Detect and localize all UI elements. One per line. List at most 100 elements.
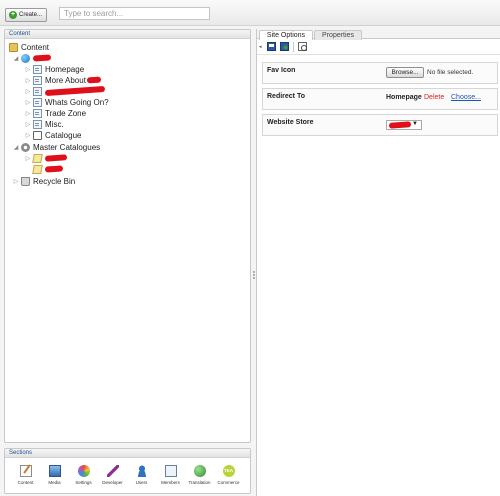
document-icon bbox=[33, 108, 42, 118]
expand-arrow-icon[interactable]: ▷ bbox=[25, 77, 31, 84]
section-content[interactable]: Content bbox=[11, 465, 40, 485]
section-label: Media bbox=[48, 480, 61, 485]
website-store-select[interactable]: ▼ bbox=[386, 120, 422, 130]
content-panel: Content Content ◢ ▷ Homepage ▷ More Abou… bbox=[4, 29, 251, 443]
members-section-icon bbox=[164, 465, 177, 477]
expand-arrow-icon[interactable]: ▷ bbox=[25, 155, 31, 162]
property-website-store: Website Store ▼ bbox=[262, 114, 498, 136]
tree-node-redacted[interactable]: ▷ bbox=[25, 85, 106, 97]
media-section-icon bbox=[48, 465, 61, 477]
tree-node-site[interactable]: ◢ bbox=[13, 53, 52, 63]
users-section-icon bbox=[135, 465, 148, 477]
expand-arrow-icon[interactable]: ▷ bbox=[25, 99, 31, 106]
expand-arrow-icon[interactable]: ▷ bbox=[25, 66, 31, 73]
property-label: Website Store bbox=[267, 119, 314, 126]
editor-toolbar: ◂ bbox=[257, 39, 500, 55]
property-label: Redirect To bbox=[267, 93, 305, 100]
toolbar-left-arrow-icon[interactable]: ◂ bbox=[259, 44, 263, 50]
tree-node-whats-going-on[interactable]: ▷ Whats Going On? bbox=[25, 97, 109, 107]
collapse-arrow-icon[interactable]: ◢ bbox=[13, 144, 19, 151]
catalogue-icon bbox=[32, 164, 43, 174]
expand-arrow-icon[interactable]: ▷ bbox=[25, 88, 31, 95]
document-icon bbox=[33, 97, 42, 107]
redacted-text bbox=[44, 85, 106, 97]
document-icon bbox=[33, 75, 42, 85]
tree-node-label: Misc. bbox=[45, 119, 64, 129]
recycle-bin-icon bbox=[21, 176, 30, 186]
tree-node-label: More About bbox=[45, 75, 86, 85]
preview-icon[interactable] bbox=[298, 42, 307, 51]
toolbar-divider bbox=[293, 41, 294, 52]
section-developer[interactable]: Developer bbox=[98, 465, 127, 485]
tree-node-label: Recycle Bin bbox=[33, 176, 76, 186]
section-label: Developer bbox=[102, 480, 123, 485]
section-media[interactable]: Media bbox=[40, 465, 69, 485]
section-label: Content bbox=[17, 480, 34, 485]
redacted-site-name bbox=[32, 54, 52, 62]
tree-node-more-about[interactable]: ▷ More About bbox=[25, 75, 102, 85]
save-icon[interactable] bbox=[267, 42, 276, 51]
section-users[interactable]: Users bbox=[127, 465, 156, 485]
section-translation[interactable]: Translation bbox=[185, 465, 214, 485]
expand-arrow-icon[interactable]: ▷ bbox=[25, 110, 31, 117]
developer-section-icon bbox=[106, 465, 119, 477]
property-fav-icon: Fav Icon Browse... No file selected. bbox=[262, 62, 498, 84]
tree-node-label: Homepage bbox=[45, 64, 85, 74]
redacted-text bbox=[86, 76, 102, 84]
top-toolbar: + Create... bbox=[0, 0, 500, 26]
editor-tabs: Site Options Properties bbox=[257, 29, 500, 40]
tree-node-label: Trade Zone bbox=[45, 108, 87, 118]
tree-node-recycle-bin[interactable]: ▷ Recycle Bin bbox=[13, 176, 75, 186]
search-input[interactable] bbox=[59, 7, 210, 20]
sections-panel-header: Sections bbox=[5, 449, 250, 458]
expand-arrow-icon[interactable]: ▷ bbox=[25, 132, 31, 139]
expand-arrow-icon[interactable]: ▷ bbox=[25, 121, 31, 128]
section-label: Members bbox=[161, 480, 180, 485]
tree-node-catalogue-redacted-2[interactable] bbox=[25, 164, 64, 174]
gear-icon bbox=[21, 142, 30, 152]
content-panel-header: Content bbox=[5, 30, 250, 39]
section-label: Commerce bbox=[217, 480, 240, 485]
section-label: Settings bbox=[75, 480, 92, 485]
section-label: Users bbox=[135, 480, 148, 485]
document-icon bbox=[33, 64, 42, 74]
tab-site-options[interactable]: Site Options bbox=[259, 30, 313, 40]
choose-link[interactable]: Choose... bbox=[451, 94, 481, 101]
sections-list: Content Media Settings Developer Users M… bbox=[11, 465, 243, 485]
tree-node-homepage[interactable]: ▷ Homepage bbox=[25, 64, 84, 74]
tree-node-label: Catalogue bbox=[45, 130, 82, 140]
save-and-publish-icon[interactable] bbox=[280, 42, 289, 51]
content-section-icon bbox=[19, 465, 32, 477]
catalogue-icon bbox=[32, 153, 43, 163]
tree-node-catalogue-redacted-1[interactable]: ▷ bbox=[25, 153, 68, 163]
tree-node-label: Content bbox=[21, 42, 50, 52]
file-status-text: No file selected. bbox=[427, 69, 474, 76]
create-button[interactable]: + Create... bbox=[5, 8, 47, 22]
tree-node-catalogue[interactable]: ▷ Catalogue bbox=[25, 130, 81, 140]
section-commerce[interactable]: TEA Commerce bbox=[214, 465, 243, 485]
collapse-arrow-icon[interactable]: ◢ bbox=[13, 55, 19, 62]
section-settings[interactable]: Settings bbox=[69, 465, 98, 485]
section-label: Translation bbox=[188, 480, 211, 485]
browse-button[interactable]: Browse... bbox=[386, 67, 424, 78]
tree-node-label: Master Catalogues bbox=[33, 142, 101, 152]
tree-node-trade-zone[interactable]: ▷ Trade Zone bbox=[25, 108, 86, 118]
tree-node-misc[interactable]: ▷ Misc. bbox=[25, 119, 64, 129]
property-redirect-to: Redirect To Homepage Delete Choose... bbox=[262, 88, 498, 110]
translation-section-icon bbox=[193, 465, 206, 477]
cart-icon bbox=[33, 130, 42, 140]
chevron-down-icon: ▼ bbox=[412, 121, 418, 127]
delete-link[interactable]: Delete bbox=[424, 94, 444, 101]
globe-icon bbox=[21, 53, 30, 63]
tab-properties[interactable]: Properties bbox=[314, 30, 362, 40]
tree-node-master-catalogues[interactable]: ◢ Master Catalogues bbox=[13, 142, 100, 152]
plus-icon: + bbox=[9, 11, 17, 19]
create-button-label: Create... bbox=[19, 12, 43, 18]
redacted-text bbox=[44, 154, 68, 162]
document-icon bbox=[33, 119, 42, 129]
redacted-store-name bbox=[388, 121, 412, 129]
section-members[interactable]: Members bbox=[156, 465, 185, 485]
tree-node-content-root[interactable]: Content bbox=[9, 42, 49, 52]
commerce-section-icon: TEA bbox=[222, 465, 235, 477]
expand-arrow-icon[interactable]: ▷ bbox=[13, 178, 19, 185]
